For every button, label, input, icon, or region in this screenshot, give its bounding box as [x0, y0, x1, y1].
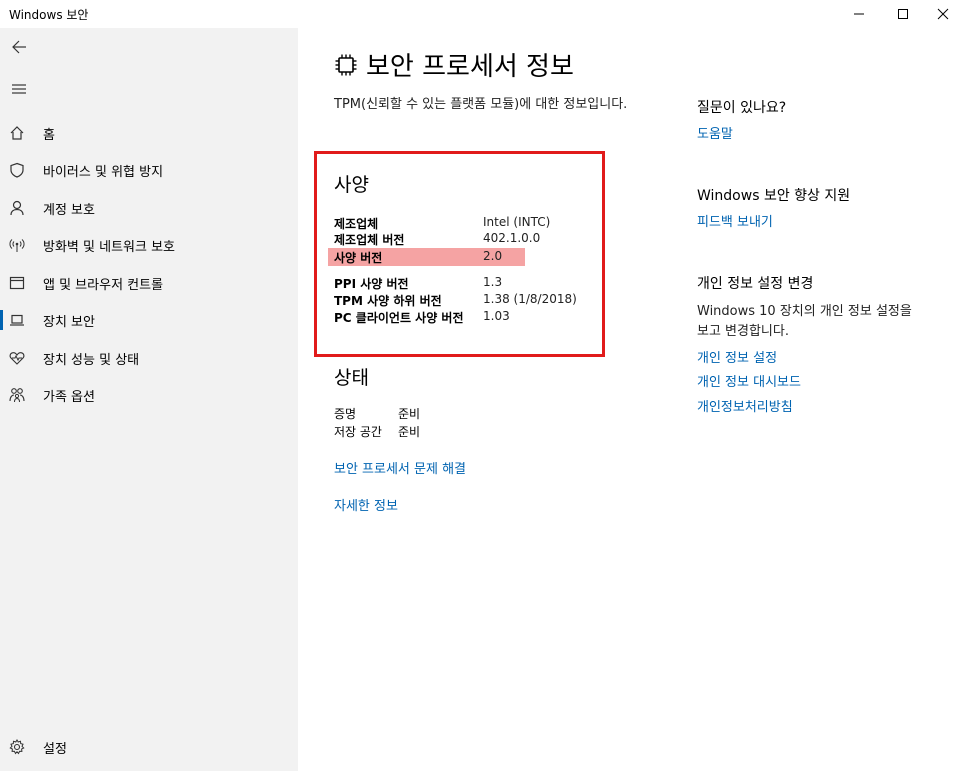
sidebar-item-device-security[interactable]: 장치 보안: [0, 302, 298, 338]
sidebar-item-label: 앱 및 브라우저 컨트롤: [43, 277, 164, 293]
sidebar-item-label: 방화벽 및 네트워크 보호: [43, 239, 175, 255]
sidebar-item-app-browser-control[interactable]: 앱 및 브라우저 컨트롤: [0, 265, 298, 301]
privacy-description: Windows 10 장치의 개인 정보 설정을 보고 변경합니다.: [697, 304, 912, 339]
title-bar: Windows 보안: [0, 0, 966, 28]
gear-icon: [8, 738, 26, 756]
spec-key: 사양 버전: [334, 251, 383, 265]
question-heading: 질문이 있나요?: [697, 100, 787, 116]
sidebar-item-family-options[interactable]: 가족 옵션: [0, 377, 298, 413]
spec-value: 1.3: [483, 275, 503, 289]
browser-window-icon: [8, 274, 26, 292]
sidebar: 홈 바이러스 및 위협 방지 계정 보호 방화벽 및 네트워크 보호 앱 및 브…: [0, 28, 298, 771]
heart-pulse-icon: [8, 349, 26, 367]
sidebar-item-firewall[interactable]: 방화벽 및 네트워크 보호: [0, 227, 298, 263]
sidebar-item-device-performance[interactable]: 장치 성능 및 상태: [0, 340, 298, 376]
spec-value: 1.03: [483, 309, 510, 323]
spec-key: 제조업체: [334, 217, 379, 231]
minimize-icon: [854, 13, 864, 15]
spec-value: Intel (INTC): [483, 215, 551, 229]
help-link[interactable]: 도움말: [697, 123, 733, 142]
page-description: TPM(신뢰할 수 있는 플랫폼 모듈)에 대한 정보입니다.: [334, 97, 628, 112]
sidebar-item-label: 장치 성능 및 상태: [43, 352, 140, 368]
status-key: 증명: [334, 407, 357, 421]
close-button[interactable]: [920, 0, 966, 28]
selection-indicator: [0, 310, 3, 330]
privacy-statement-link[interactable]: 개인정보처리방침: [697, 396, 793, 415]
spec-key: PC 클라이언트 사양 버전: [334, 311, 464, 325]
maximize-icon: [898, 9, 908, 19]
spec-value: 2.0: [483, 249, 503, 263]
spec-value: 402.1.0.0: [483, 231, 541, 245]
learn-more-link[interactable]: 자세한 정보: [334, 495, 398, 514]
wireless-icon: [8, 236, 26, 254]
hamburger-icon: [12, 84, 26, 94]
privacy-dashboard-link[interactable]: 개인 정보 대시보드: [697, 371, 801, 390]
back-button[interactable]: [4, 32, 34, 62]
spec-value: 1.38 (1/8/2018): [483, 292, 577, 306]
status-key: 저장 공간: [334, 425, 382, 439]
laptop-icon: [8, 311, 26, 329]
shield-icon: [8, 161, 26, 179]
sidebar-item-label: 가족 옵션: [43, 389, 95, 405]
status-heading: 상태: [334, 367, 369, 389]
sidebar-item-label: 홈: [43, 127, 55, 143]
status-value: 준비: [398, 407, 421, 421]
family-icon: [8, 386, 26, 404]
sidebar-item-virus-protection[interactable]: 바이러스 및 위협 방지: [0, 152, 298, 188]
sidebar-item-label: 계정 보호: [43, 202, 95, 218]
window-title: Windows 보안: [9, 8, 89, 22]
feedback-link[interactable]: 피드백 보내기: [697, 211, 773, 230]
sidebar-item-settings[interactable]: 설정: [0, 729, 298, 765]
page-title-text: 보안 프로세서 정보: [366, 52, 574, 82]
sidebar-item-label: 바이러스 및 위협 방지: [43, 164, 164, 180]
page-title: 보안 프로세서 정보: [334, 46, 574, 83]
privacy-heading: 개인 정보 설정 변경: [697, 276, 814, 292]
home-icon: [8, 124, 26, 142]
chip-icon: [335, 54, 357, 75]
sidebar-item-label: 설정: [43, 741, 67, 757]
sidebar-item-home[interactable]: 홈: [0, 115, 298, 151]
troubleshoot-link[interactable]: 보안 프로세서 문제 해결: [334, 458, 466, 477]
spec-key: TPM 사양 하위 버전: [334, 294, 442, 308]
back-arrow-icon: [12, 40, 26, 54]
spec-key: 제조업체 버전: [334, 233, 405, 247]
spec-key: PPI 사양 버전: [334, 277, 409, 291]
sidebar-item-account-protection[interactable]: 계정 보호: [0, 190, 298, 226]
person-icon: [8, 199, 26, 217]
minimize-button[interactable]: [836, 0, 882, 28]
menu-button[interactable]: [4, 74, 34, 104]
status-value: 준비: [398, 425, 421, 439]
improve-heading: Windows 보안 향상 지원: [697, 188, 851, 204]
sidebar-item-label: 장치 보안: [43, 314, 95, 330]
close-icon: [937, 8, 949, 20]
spec-heading: 사양: [334, 174, 369, 196]
privacy-settings-link[interactable]: 개인 정보 설정: [697, 347, 777, 366]
